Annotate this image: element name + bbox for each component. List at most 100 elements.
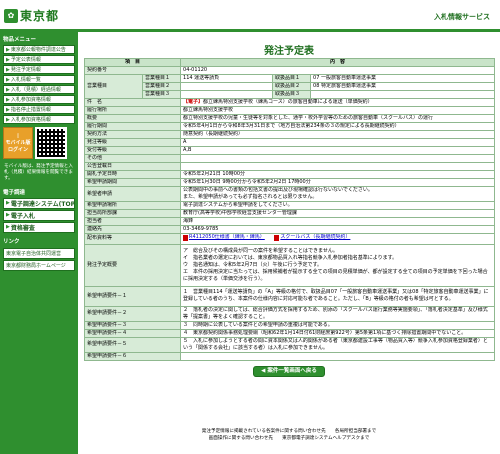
mobile-note: モバイル版は、発注予定情報と入札（見積）結果情報を閲覧できます。 xyxy=(4,164,73,182)
field-row: 履行期間 令和5年4月1日から令和8年3月31日まで（地方自治法第234条の３の規… xyxy=(83,122,496,131)
field-label: 担当者 xyxy=(83,217,182,226)
field-row: 公告登載日 xyxy=(83,162,496,171)
attachment-link-spec[interactable]: R4112050仕様書（練馬・練馬） xyxy=(183,234,265,241)
sidebar-item-schedule[interactable]: ▶ 予定公表情報 xyxy=(3,55,75,64)
sidebar-item-bid-list[interactable]: ▶ 入札情報一覧 xyxy=(3,75,75,84)
field-label: 希望者申請 xyxy=(83,186,182,202)
field-value xyxy=(180,162,496,171)
subject-text: 都立練馬特別支援学校（練馬コース）の旅客自動車による運送（単価契約） xyxy=(203,99,373,106)
sidebar-item-official-notice[interactable]: ▶ 東京都公報物件調達公告 xyxy=(3,45,75,54)
link-finance-bureau[interactable]: 東京都財務局ホームページ xyxy=(3,259,75,271)
business-type-2-label: 営業種目２ xyxy=(141,82,182,91)
tokyo-emblem-icon: ✿ xyxy=(4,8,18,23)
field-value: 随意契約（長期継続契約） xyxy=(180,130,496,139)
field-value: A,B xyxy=(180,146,496,155)
condition-value: ２ 落札者の決定に関しては、総合評価方式を採用するため、別添の「スクールバス運行… xyxy=(180,305,496,322)
field-value: 令和5年2月21日 10時00分 xyxy=(180,170,496,179)
field-row: 希望者申請 公表期間中の事前への書類の包括文書の提出及び現場確認は行ないないでくだ… xyxy=(83,186,496,202)
item-2-label: 取扱品目２ xyxy=(272,82,312,91)
condition-row: 希望申請要件－５ ５ 入札に参加しようとする者の間に資本関係又は人的関係がある者（… xyxy=(83,336,496,353)
sidebar-item-bid-progress[interactable]: ▶ 入札（見積）経過情報 xyxy=(3,85,75,94)
field-label: 担当局所部課 xyxy=(83,209,182,218)
field-value: 03-3469-9785 xyxy=(180,225,496,234)
condition-row: 希望申請要件－６ xyxy=(83,351,496,361)
field-label: その他 xyxy=(83,154,182,163)
arrow-right-icon: ▶ xyxy=(6,86,10,93)
field-row: 概要 都立特別支援学校の児童・生徒等を対象とした、通学・校外学習等のための旅客自動… xyxy=(83,114,496,123)
sidebar-item-qualification-review[interactable]: ▶ 資格審査 xyxy=(3,221,75,233)
field-row: 履行場所 都立練馬特別支援学校 xyxy=(83,106,496,115)
order-summary-value: ア 総合及びその構成員が同一の案件を希望することはできません。 イ 指名業者の選… xyxy=(180,243,496,287)
field-row: その他 xyxy=(83,154,496,163)
footer: 発注予定情報に掲載されている各案件に関する問い合わせ先 各局所担当部署まで 画面… xyxy=(84,428,494,442)
contract-no-value: 04-01120 xyxy=(180,66,496,75)
condition-value: ５ 入札に参加しようとする者の間に資本関係又は人的関係がある者（東京都建設工事等… xyxy=(180,336,496,353)
field-label: 発注等級 xyxy=(83,138,182,147)
condition-value: ４ 東京都契約関係事務処理要綱（昭和62年1月14日付61財経庶第922号）第5… xyxy=(180,328,496,338)
sidebar-item-eprocurement-top[interactable]: ▶ 電子調達システム(TOP) xyxy=(3,197,75,209)
field-value: 都立練馬特別支援学校 xyxy=(180,106,496,115)
business-type-2-value xyxy=(180,82,274,91)
mobile-version-button[interactable]: ▯ モバイル版 ログイン xyxy=(3,127,33,159)
sidebar-item-label: 入札情報一覧 xyxy=(10,77,41,83)
condition-value: １ 営業種目114「運送等請負」の「A」等級の格付で、取扱品目07「一般旅客自動… xyxy=(180,285,496,307)
field-value: 公表期間中の事前への書類の包括文書の提出及び現場確認は行ないないでください。 ま… xyxy=(180,186,496,202)
tokyo-logo[interactable]: ✿ 東京都 xyxy=(4,7,59,24)
logo-text: 東京都 xyxy=(20,9,60,23)
field-value xyxy=(180,154,496,163)
condition-label: 希望申請要件－２ xyxy=(83,305,182,322)
mobile-button-label: モバイル版 xyxy=(5,140,31,146)
field-row: 担当局所部課 教育庁(高等学校)中部学校経営支援センター管理課 xyxy=(83,209,496,218)
business-type-label: 営業種目 xyxy=(84,74,143,99)
item-3-label: 取扱品目３ xyxy=(272,90,312,99)
mobile-button-sublabel: ログイン xyxy=(7,147,28,153)
field-label: 希望申請場所 xyxy=(83,201,182,210)
field-label: 希望申請期間 xyxy=(83,178,182,187)
field-label: 履行期間 xyxy=(83,122,182,131)
business-type-3-value xyxy=(180,90,274,99)
order-plan-table: 項 目 内 容 契約番号 04-01120 営業種目 営業種目１ 114 運送等… xyxy=(83,58,496,361)
field-value: 令和5年4月1日から令和8年3月31日まで（地方自治法第234条の３の規定による… xyxy=(180,122,496,131)
sidebar-item-e-bidding[interactable]: ▶ 電子入札 xyxy=(3,209,75,221)
header: ✿ 東京都 入札情報サービス xyxy=(0,0,500,32)
sidebar-item-label: 入札参加資格情報 xyxy=(10,117,51,123)
item-3-value xyxy=(310,90,496,99)
link-tokyo-e-government[interactable]: 東京電子自治体共同運営 xyxy=(3,247,75,259)
sidebar-menu-heading: 物品メニュー xyxy=(3,37,37,43)
field-row: 担当者 海鋒 xyxy=(83,217,496,226)
sidebar-item-qualification[interactable]: ▶ 入札参加資格情報 xyxy=(3,95,75,104)
pdf-icon xyxy=(183,234,189,241)
sidebar: 物品メニュー ▶ 東京都公報物件調達公告 ▶ 予定公表情報 ▶ 発注予定情報 ▶ 入札情… xyxy=(0,32,78,454)
back-to-list-label: 案件一覧画面へ戻る xyxy=(267,367,317,374)
back-to-list-button[interactable]: ◀ 案件一覧画面へ戻る xyxy=(253,365,325,377)
sidebar-item-order-plan[interactable]: ▶ 発注予定情報 xyxy=(3,65,75,74)
mobile-section: ▯ モバイル版 ログイン xyxy=(3,127,75,159)
sidebar-item-suspension[interactable]: ▶ 指名停止措置情報 xyxy=(3,105,75,114)
sidebar-item-label: 発注予定情報 xyxy=(10,67,41,73)
sidebar-item-qualification-info[interactable]: ▶ 入札参加資格情報 xyxy=(3,115,75,124)
arrow-right-icon: ▶ xyxy=(6,56,10,63)
order-summary-label: 発注予定概要 xyxy=(83,243,182,287)
attachment-link-schoolbus[interactable]: スクールバス（長期継続契約） xyxy=(274,234,350,241)
condition-label: 希望申請要件－１ xyxy=(83,285,182,307)
footer-line-inquiry: 発注予定情報に掲載されている各案件に関する問い合わせ先 各局所担当部署まで xyxy=(201,429,377,434)
field-label: 契約方法 xyxy=(83,130,182,139)
business-type-1-value: 114 運送等請負 xyxy=(180,74,274,83)
main-content: 発注予定表 項 目 内 容 契約番号 04-01120 営業種目 営業種目１ 1… xyxy=(83,32,496,377)
field-label: 連絡先 xyxy=(83,225,182,234)
sidebar-item-label: 東京都公報物件調達公告 xyxy=(10,47,66,53)
business-type-3-label: 営業種目３ xyxy=(141,90,182,99)
field-label: 公告登載日 xyxy=(83,162,182,171)
field-row: 受付等級 A,B xyxy=(83,146,496,155)
item-1-value: 07 一般旅客自動車運送事業 xyxy=(310,74,496,83)
condition-value xyxy=(180,351,496,361)
sidebar-item-label: 指名停止措置情報 xyxy=(10,107,51,113)
field-value: 海鋒 xyxy=(180,217,496,226)
attachment-label: スクールバス（長期継続契約） xyxy=(280,234,351,240)
condition-row: 希望申請要件－１ １ 営業種目114「運送等請負」の「A」等級の格付で、取扱品目0… xyxy=(83,285,496,307)
condition-value: ３ 同時期に公表している案件との希望申請の重複は可能である。 xyxy=(180,320,496,330)
qr-code-icon xyxy=(35,127,67,159)
arrow-right-icon: ▶ xyxy=(6,96,10,103)
field-row: 連絡先 03-3469-9785 xyxy=(83,225,496,234)
field-label: 受付等級 xyxy=(83,146,182,155)
